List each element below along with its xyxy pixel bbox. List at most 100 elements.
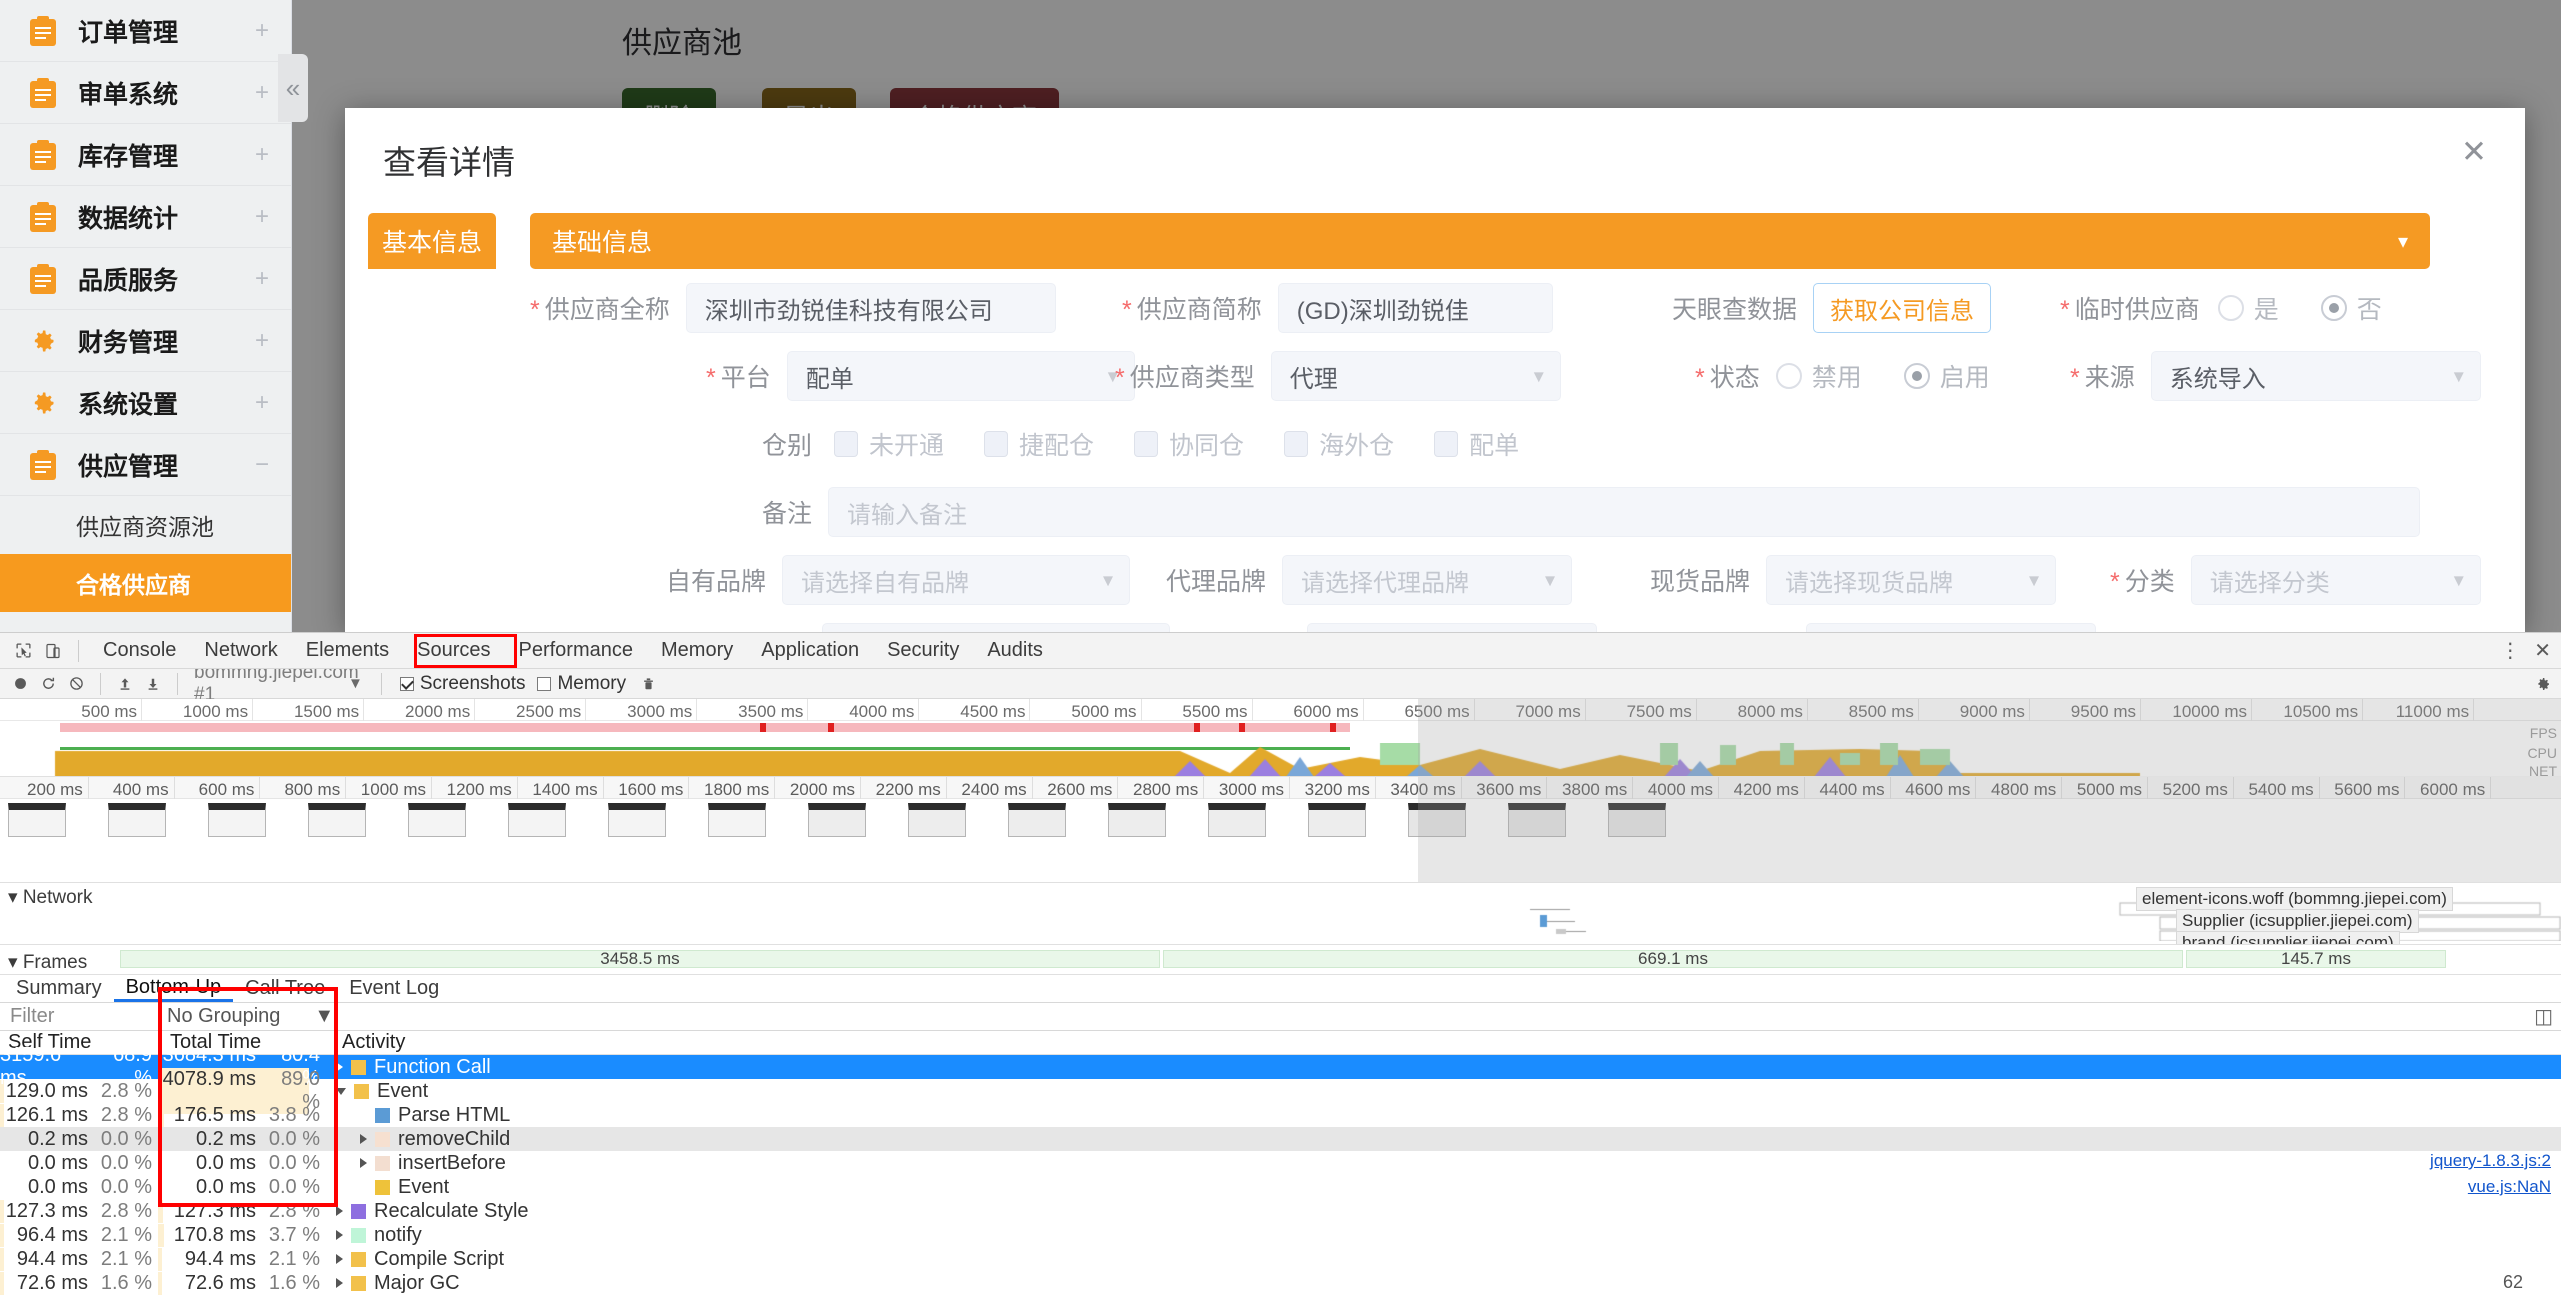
expand-icon[interactable]: +	[255, 328, 269, 353]
chevron-down-icon[interactable]: ▾	[8, 952, 18, 973]
sidebar-item-supplier-resource-pool[interactable]: 供应商资源池	[0, 496, 291, 554]
tab-network[interactable]: Network	[190, 633, 291, 669]
tab-security[interactable]: Security	[873, 633, 973, 669]
screenshots-checkbox[interactable]: Screenshots	[392, 673, 530, 695]
table-row[interactable]: 0.0 ms 0.0 % 0.0 ms 0.0 % Event	[0, 1175, 2561, 1199]
contact-tel-input[interactable]: 请输入座机号	[1307, 623, 1598, 632]
tab-basic-info[interactable]: 基本信息	[368, 213, 496, 269]
table-row[interactable]: 96.4 ms 2.1 % 170.8 ms 3.7 % notify	[0, 1223, 2561, 1247]
tab-summary[interactable]: Summary	[4, 975, 114, 1002]
device-toolbar-icon[interactable]	[38, 637, 68, 665]
filmstrip-frame[interactable]	[8, 803, 66, 837]
chevron-down-icon[interactable]: ▾	[1103, 568, 1113, 593]
more-vertical-icon[interactable]: ⋮	[2500, 641, 2520, 661]
sidebar-collapse-icon[interactable]: «	[278, 54, 308, 122]
frame-segment[interactable]: 145.7 ms	[2186, 949, 2446, 968]
chevron-down-icon[interactable]: ▾	[2454, 568, 2464, 593]
supplier-full-name-input[interactable]: 深圳市劲锐佳科技有限公司	[685, 283, 1056, 333]
table-row[interactable]: 129.0 ms 2.8 % 4078.9 ms 89.0 % Event	[0, 1068, 2561, 1114]
close-icon[interactable]: ✕	[2534, 641, 2551, 661]
chevron-right-icon[interactable]	[336, 1206, 343, 1216]
chevron-down-icon[interactable]: ▼	[348, 675, 371, 692]
tab-memory[interactable]: Memory	[647, 633, 747, 669]
tab-console[interactable]: Console	[89, 633, 190, 669]
chevron-down-icon[interactable]: ▾	[2029, 568, 2039, 593]
expand-icon[interactable]: +	[255, 390, 269, 415]
status-radio-enabled[interactable]	[1903, 363, 1930, 389]
platform-select[interactable]: 配单 ▾	[786, 351, 1135, 401]
filmstrip-frame[interactable]	[1208, 803, 1266, 837]
temp-supplier-radio-yes[interactable]	[2217, 295, 2244, 321]
expand-icon[interactable]: +	[255, 80, 269, 105]
chevron-down-icon[interactable]: ▾	[2398, 229, 2408, 254]
tab-elements[interactable]: Elements	[292, 633, 403, 669]
tab-call-tree[interactable]: Call Tree	[233, 975, 337, 1002]
spot-brand-select[interactable]: 请选择现货品牌 ▾	[1766, 555, 2057, 605]
expand-icon[interactable]: +	[255, 142, 269, 167]
timeline-overview[interactable]: 500 ms 1000 ms 1500 ms 2000 ms 2500 ms 3000 m…	[0, 699, 2561, 777]
chevron-down-icon[interactable]: ▾	[1545, 568, 1555, 593]
contact-name-input[interactable]: 请输入姓名	[821, 623, 1170, 632]
own-brand-select[interactable]: 请选择自有品牌 ▾	[782, 555, 1131, 605]
expand-icon[interactable]: +	[255, 18, 269, 43]
remark-input[interactable]: 请输入备注	[828, 487, 2420, 537]
table-row[interactable]: 126.1 ms 2.8 % 176.5 ms 3.8 % Parse HTML	[0, 1103, 2561, 1127]
table-row[interactable]: 94.4 ms 2.1 % 94.4 ms 2.1 % Compile Script	[0, 1247, 2561, 1271]
contact-mobile-input[interactable]: 请输入手机号	[1805, 623, 2096, 632]
tab-event-log[interactable]: Event Log	[337, 975, 451, 1002]
tab-application[interactable]: Application	[747, 633, 873, 669]
chevron-right-icon[interactable]	[336, 1254, 343, 1264]
column-header-activity[interactable]: Activity	[328, 1031, 405, 1054]
chevron-down-icon[interactable]: ▼	[280, 1005, 334, 1028]
table-row[interactable]: 3159.6 ms 68.9 % 3684.3 ms 80.4 % Function C…	[0, 1044, 2561, 1089]
filter-input[interactable]: Filter	[0, 1005, 155, 1028]
chevron-down-icon[interactable]	[336, 1087, 346, 1095]
chevron-right-icon[interactable]	[360, 1158, 367, 1168]
frame-segment[interactable]: 669.1 ms	[1163, 949, 2183, 968]
overview-unselected-region[interactable]	[1418, 699, 2561, 776]
filmstrip-frame[interactable]	[808, 803, 866, 837]
sidebar-item-statistics[interactable]: 数据统计 +	[0, 186, 291, 248]
temp-supplier-radio-no[interactable]	[2320, 295, 2347, 321]
sidebar-item-settings[interactable]: 系统设置 +	[0, 372, 291, 434]
trash-icon[interactable]	[634, 671, 662, 697]
clear-icon[interactable]	[62, 671, 90, 697]
frame-segment[interactable]: 3458.5 ms	[120, 949, 1160, 968]
sidebar-item-quality[interactable]: 品质服务 +	[0, 248, 291, 310]
filmstrip-frame[interactable]	[1008, 803, 1066, 837]
filmstrip-frame[interactable]	[308, 803, 366, 837]
chevron-right-icon[interactable]	[336, 1278, 343, 1288]
record-icon[interactable]	[6, 671, 34, 697]
chevron-right-icon[interactable]	[360, 1134, 367, 1144]
grouping-select[interactable]: No Grouping	[155, 1005, 280, 1028]
category-select[interactable]: 请选择分类 ▾	[2190, 555, 2481, 605]
filmstrip-frame[interactable]	[708, 803, 766, 837]
filter-sidebar-toggle-icon[interactable]: ◫	[2534, 1004, 2561, 1029]
warehouse-checkbox-4[interactable]	[1434, 431, 1459, 457]
warehouse-checkbox-2[interactable]	[1134, 431, 1159, 457]
source-select[interactable]: 系统导入 ▾	[2150, 351, 2481, 401]
supplier-short-name-input[interactable]: (GD)深圳劲锐佳	[1277, 283, 1553, 333]
chevron-down-icon[interactable]: ▾	[2454, 364, 2464, 389]
filmstrip-frame[interactable]	[208, 803, 266, 837]
tab-performance[interactable]: Performance	[505, 633, 648, 669]
inspect-icon[interactable]	[8, 637, 38, 665]
chevron-right-icon[interactable]	[336, 1062, 343, 1072]
table-row[interactable]: 0.0 ms 0.0 % 0.0 ms 0.0 % insertBefore	[0, 1151, 2561, 1175]
supplier-type-select[interactable]: 代理 ▾	[1270, 351, 1561, 401]
close-icon[interactable]: ✕	[2461, 136, 2487, 167]
source-link-jquery[interactable]: jquery-1.8.3.js:2	[2430, 1151, 2551, 1171]
sidebar-item-finance[interactable]: 财务管理 +	[0, 310, 291, 372]
filmstrip-frame[interactable]	[1308, 803, 1366, 837]
warehouse-checkbox-0[interactable]	[834, 431, 859, 457]
status-radio-disabled[interactable]	[1775, 363, 1802, 389]
sidebar-item-supply[interactable]: 供应管理 −	[0, 434, 291, 496]
warehouse-checkbox-3[interactable]	[1284, 431, 1309, 457]
sidebar-item-order[interactable]: 订单管理 +	[0, 0, 291, 62]
agent-brand-select[interactable]: 请选择代理品牌 ▾	[1282, 555, 1573, 605]
expand-icon[interactable]: +	[255, 204, 269, 229]
frames-track-header[interactable]: ▾ Frames	[0, 948, 87, 974]
timeline-detail-area[interactable]: 200 ms 400 ms 600 ms 800 ms 1000 ms 1200 ms 14…	[0, 777, 2561, 883]
memory-checkbox[interactable]: Memory	[529, 673, 634, 695]
chevron-down-icon[interactable]: ▾	[1534, 364, 1544, 389]
